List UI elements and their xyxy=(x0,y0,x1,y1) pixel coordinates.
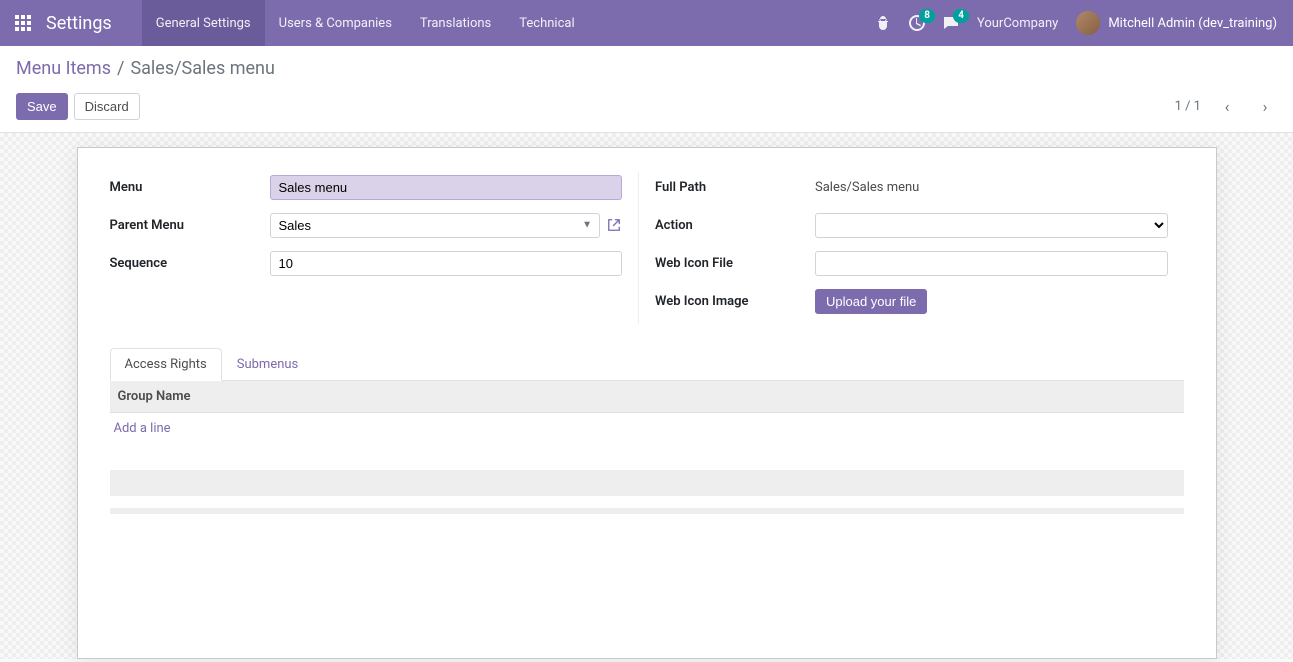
fullpath-value: Sales/Sales menu xyxy=(815,176,1168,199)
nav-tab-users-companies[interactable]: Users & Companies xyxy=(265,0,406,46)
activity-icon[interactable]: 8 xyxy=(909,15,925,31)
actions-bar: Save Discard 1 / 1 ‹ › xyxy=(0,87,1293,133)
save-button[interactable]: Save xyxy=(16,93,68,120)
debug-icon[interactable] xyxy=(875,15,891,31)
nav-tab-general-settings[interactable]: General Settings xyxy=(142,0,265,46)
upload-button[interactable]: Upload your file xyxy=(815,289,927,314)
app-title[interactable]: Settings xyxy=(46,13,142,34)
navbar: Settings General Settings Users & Compan… xyxy=(0,0,1293,46)
form-col-left: Menu Parent Menu ▼ xyxy=(110,172,640,324)
avatar xyxy=(1076,11,1100,35)
sequence-input[interactable] xyxy=(270,251,623,276)
webiconfile-label: Web Icon File xyxy=(655,256,815,271)
external-link-icon[interactable] xyxy=(606,217,622,233)
action-select[interactable] xyxy=(815,213,1168,238)
access-rights-table: Group Name Add a line xyxy=(110,381,1184,496)
parent-menu-input[interactable] xyxy=(270,213,601,238)
canvas: Menu Parent Menu ▼ xyxy=(0,133,1293,659)
webiconimg-label: Web Icon Image xyxy=(655,294,815,309)
breadcrumb-current: Sales/Sales menu xyxy=(130,58,274,79)
parent-menu-label: Parent Menu xyxy=(110,218,270,233)
sequence-label: Sequence xyxy=(110,256,270,271)
apps-icon[interactable] xyxy=(0,0,46,46)
action-label: Action xyxy=(655,218,815,233)
pager-count: 1 / 1 xyxy=(1175,99,1201,114)
nav-tab-translations[interactable]: Translations xyxy=(406,0,505,46)
discard-button[interactable]: Discard xyxy=(74,93,140,120)
detail-tabs: Access Rights Submenus xyxy=(110,348,1184,381)
add-line-link[interactable]: Add a line xyxy=(110,413,1184,444)
table-header-group-name: Group Name xyxy=(110,381,1152,413)
breadcrumb-separator: / xyxy=(117,58,124,79)
pager: 1 / 1 ‹ › xyxy=(1175,97,1277,116)
webiconfile-input[interactable] xyxy=(815,251,1168,276)
messages-icon[interactable]: 4 xyxy=(943,15,959,31)
user-menu[interactable]: Mitchell Admin (dev_training) xyxy=(1076,11,1277,35)
table-footer xyxy=(110,470,1184,496)
tab-access-rights[interactable]: Access Rights xyxy=(110,348,222,381)
pager-next[interactable]: › xyxy=(1253,97,1277,116)
form-col-right: Full Path Sales/Sales menu Action Web Ic… xyxy=(639,172,1184,324)
table-header-actions xyxy=(1152,381,1184,413)
menu-input[interactable] xyxy=(270,175,623,200)
breadcrumb-root[interactable]: Menu Items xyxy=(16,58,111,79)
form-sheet: Menu Parent Menu ▼ xyxy=(77,147,1217,659)
fullpath-label: Full Path xyxy=(655,180,815,195)
tab-submenus[interactable]: Submenus xyxy=(222,348,314,380)
nav-tabs: General Settings Users & Companies Trans… xyxy=(142,0,589,46)
user-name: Mitchell Admin (dev_training) xyxy=(1108,16,1277,31)
company-selector[interactable]: YourCompany xyxy=(977,16,1058,31)
breadcrumb-bar: Menu Items / Sales/Sales menu xyxy=(0,46,1293,87)
pager-prev[interactable]: ‹ xyxy=(1215,97,1239,116)
activity-badge: 8 xyxy=(919,9,935,23)
nav-tab-technical[interactable]: Technical xyxy=(505,0,588,46)
table-row xyxy=(110,444,1184,470)
messages-badge: 4 xyxy=(953,9,969,23)
nav-right: 8 4 YourCompany Mitchell Admin (dev_trai… xyxy=(875,11,1293,35)
sheet-footer-bar xyxy=(110,508,1184,514)
menu-label: Menu xyxy=(110,180,270,195)
